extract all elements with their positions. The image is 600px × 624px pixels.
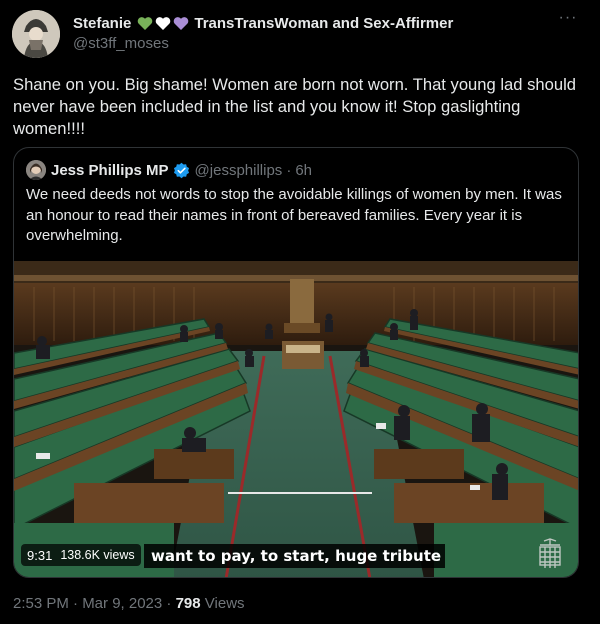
video-caption: want to pay, to start, huge tribute [144, 544, 446, 568]
video-frame-house-of-commons [14, 261, 578, 577]
video-duration: 9:31 [27, 547, 53, 563]
author-display-name[interactable]: Stefanie [73, 15, 131, 32]
quoted-tweet-header: Jess Phillips MP @jessphillips · 6h [26, 160, 312, 180]
author-name-row[interactable]: Stefanie TransTransWoman and Sex-Affirme… [73, 13, 563, 33]
quoted-tweet-text: We need deeds not words to stop the avoi… [26, 186, 562, 244]
quoted-separator: · [286, 161, 292, 179]
tweet-timestamp[interactable]: 2:53 PM · Mar 9, 2023 · [13, 595, 171, 612]
author-avatar[interactable] [12, 10, 60, 58]
tweet[interactable]: Stefanie TransTransWoman and Sex-Affirme… [0, 0, 600, 624]
quoted-author-name[interactable]: Jess Phillips MP [51, 162, 169, 179]
quoted-author-handle[interactable]: @jessphillips [195, 162, 283, 179]
views-label: Views [204, 595, 245, 612]
tweet-meta: 2:53 PM · Mar 9, 2023 · 798 Views [13, 595, 245, 612]
video-views: 138.6K views [60, 548, 135, 562]
portcullis-logo-icon [539, 538, 561, 568]
quoted-author-avatar[interactable] [26, 160, 46, 180]
video-player[interactable]: 9:31 138.6K views want to pay, to start,… [14, 261, 578, 577]
tweet-text: Shane on you. Big shame! Women are born … [13, 75, 577, 138]
quoted-tweet-age[interactable]: 6h [295, 162, 312, 179]
white-heart-icon [156, 16, 171, 30]
quoted-tweet[interactable]: Jess Phillips MP @jessphillips · 6h We n… [13, 147, 579, 578]
author-handle[interactable]: @st3ff_moses [73, 35, 563, 52]
views-count: 798 [175, 595, 201, 612]
verified-badge-icon [173, 162, 189, 178]
video-info-badge: 9:31 138.6K views [21, 544, 141, 566]
more-options-icon[interactable]: ··· [556, 10, 580, 32]
purple-heart-icon [174, 16, 189, 30]
green-heart-icon [138, 16, 153, 30]
tweet-header: Stefanie TransTransWoman and Sex-Affirme… [73, 13, 563, 53]
heart-emojis [137, 16, 189, 31]
author-name-suffix[interactable]: TransTransWoman and Sex-Affirmer [194, 15, 453, 32]
